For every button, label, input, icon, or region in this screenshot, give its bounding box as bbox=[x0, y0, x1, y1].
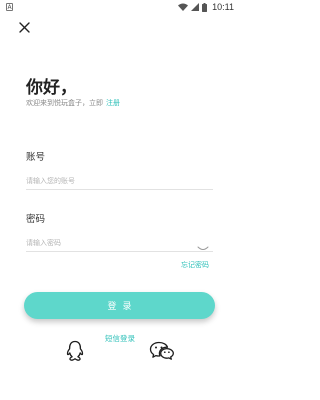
signal-icon bbox=[191, 3, 200, 11]
wechat-login-button[interactable] bbox=[149, 341, 175, 361]
qq-login-button[interactable] bbox=[65, 340, 85, 362]
qq-icon bbox=[66, 340, 84, 361]
password-input[interactable] bbox=[26, 235, 213, 252]
close-icon bbox=[18, 21, 30, 33]
app-notification-icon: A bbox=[6, 3, 13, 11]
status-bar: A 10:11 bbox=[0, 0, 240, 14]
greeting-title: 你好， bbox=[26, 78, 77, 98]
status-time: 10:11 bbox=[212, 2, 234, 12]
password-label: 密码 bbox=[26, 214, 46, 225]
forgot-password-link[interactable]: 忘记密码 bbox=[181, 260, 209, 270]
login-button[interactable]: 登录 bbox=[24, 292, 215, 319]
sms-login-link[interactable]: 短信登录 bbox=[105, 334, 135, 343]
wechat-icon bbox=[149, 341, 174, 360]
register-link[interactable]: 注册 bbox=[106, 99, 120, 107]
password-visibility-toggle[interactable] bbox=[197, 238, 209, 250]
welcome-text: 欢迎来到悦玩盒子，立即 bbox=[26, 99, 103, 107]
account-input[interactable] bbox=[26, 173, 213, 190]
wifi-icon bbox=[178, 3, 189, 11]
welcome-line: 欢迎来到悦玩盒子，立即 注册 bbox=[26, 98, 120, 108]
sms-login-row: 短信登录 bbox=[0, 333, 240, 344]
account-label: 账号 bbox=[26, 152, 46, 163]
close-button[interactable] bbox=[14, 17, 34, 37]
battery-icon bbox=[202, 2, 208, 12]
eye-closed-icon bbox=[197, 246, 209, 250]
